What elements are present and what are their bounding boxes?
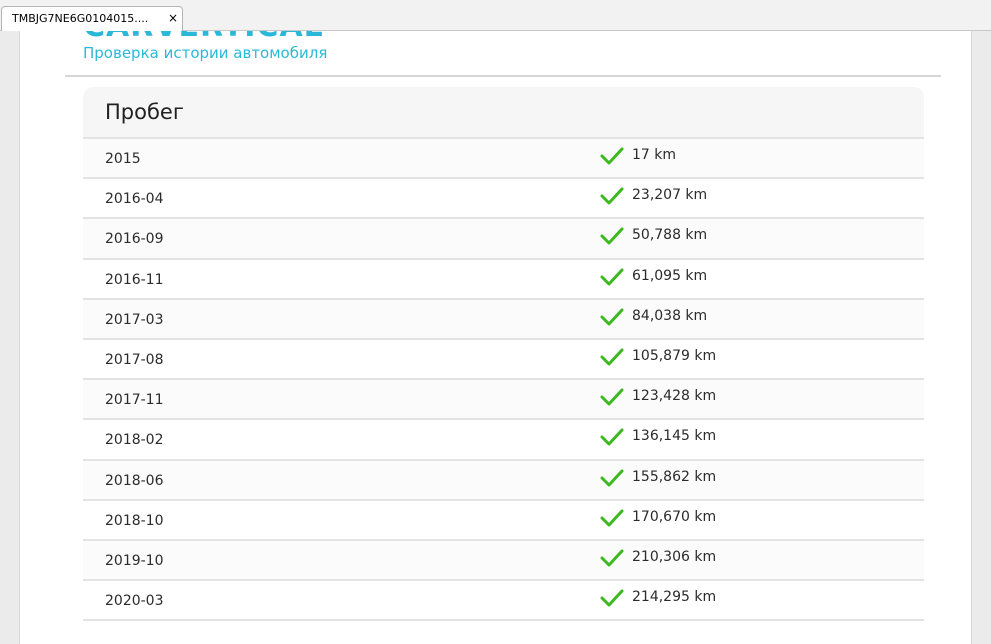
- checkmark-icon: [600, 268, 624, 286]
- checkmark-icon: [600, 227, 624, 245]
- close-icon[interactable]: ×: [168, 11, 178, 25]
- mileage-card: Пробег 2015 17 km 2016-04 23,207 km 2016-09 5…: [83, 87, 924, 622]
- mileage-km: 155,862 km: [632, 468, 717, 485]
- mileage-row: 2016-04 23,207 km: [83, 179, 924, 220]
- mileage-date: 2017-11: [105, 392, 164, 409]
- mileage-km: 23,207 km: [632, 187, 708, 204]
- mileage-title: Пробег: [105, 100, 184, 124]
- mileage-row: 2020-03 214,295 km: [83, 581, 924, 622]
- mileage-km: 136,145 km: [632, 428, 717, 445]
- mileage-date: 2016-09: [105, 231, 164, 248]
- mileage-row: 2016-09 50,788 km: [83, 219, 924, 260]
- mileage-km: 61,095 km: [632, 267, 708, 284]
- mileage-row: 2015 17 km: [83, 139, 924, 180]
- mileage-date: 2017-08: [105, 351, 164, 368]
- mileage-km: 105,879 km: [632, 347, 717, 364]
- checkmark-icon: [600, 428, 624, 446]
- checkmark-icon: [600, 308, 624, 326]
- header-divider: [65, 75, 941, 77]
- mileage-km: 210,306 km: [632, 548, 717, 565]
- mileage-km: 84,038 km: [632, 307, 708, 324]
- mileage-date: 2016-04: [105, 191, 164, 208]
- checkmark-icon: [600, 589, 624, 607]
- checkmark-icon: [600, 509, 624, 527]
- mileage-row: 2017-08 105,879 km: [83, 339, 924, 381]
- page-viewport[interactable]: CARVERTICAL Проверка истории автомобиля …: [0, 31, 991, 644]
- browser-tab[interactable]: TMBJG7NE6G0104015.... ×: [1, 6, 183, 31]
- mileage-date: 2016-11: [105, 271, 164, 288]
- mileage-km: 50,788 km: [632, 227, 708, 244]
- mileage-row: 2017-11 123,428 km: [83, 380, 924, 421]
- mileage-row: 2016-11 61,095 km: [83, 259, 924, 300]
- checkmark-icon: [600, 348, 624, 366]
- checkmark-icon: [600, 469, 624, 486]
- checkmark-icon: [600, 388, 624, 406]
- tab-title: TMBJG7NE6G0104015....: [12, 12, 149, 25]
- checkmark-icon: [600, 187, 624, 205]
- mileage-date: 2019-10: [105, 552, 164, 569]
- checkmark-icon: [600, 147, 624, 165]
- mileage-row: 2018-06 155,862 km: [83, 460, 924, 501]
- mileage-date: 2018-10: [105, 512, 164, 529]
- mileage-km: 214,295 km: [632, 589, 717, 606]
- carvertical-logo: CARVERTICAL: [83, 31, 324, 44]
- report-page: CARVERTICAL Проверка истории автомобиля …: [19, 31, 972, 644]
- mileage-km: 17 km: [632, 147, 677, 163]
- mileage-date: 2020-03: [105, 593, 164, 610]
- mileage-row: 2018-02 136,145 km: [83, 420, 924, 461]
- mileage-date: 2015: [105, 151, 141, 167]
- mileage-km: 170,670 km: [632, 508, 717, 525]
- checkmark-icon: [600, 549, 624, 567]
- mileage-row: 2017-03 84,038 km: [83, 299, 924, 340]
- browser-tab-bar: TMBJG7NE6G0104015.... ×: [0, 0, 991, 31]
- mileage-row: 2018-10 170,670 km: [83, 500, 924, 541]
- mileage-row: 2019-10 210,306 km: [83, 540, 924, 582]
- mileage-date: 2017-03: [105, 311, 164, 328]
- mileage-date: 2018-02: [105, 432, 164, 449]
- mileage-card-header: Пробег: [83, 87, 924, 139]
- mileage-km: 123,428 km: [632, 388, 717, 405]
- logo-subtitle: Проверка истории автомобиля: [83, 44, 328, 62]
- mileage-date: 2018-06: [105, 472, 164, 489]
- mileage-table: 2015 17 km 2016-04 23,207 km 2016-09 50,788 k…: [83, 139, 924, 622]
